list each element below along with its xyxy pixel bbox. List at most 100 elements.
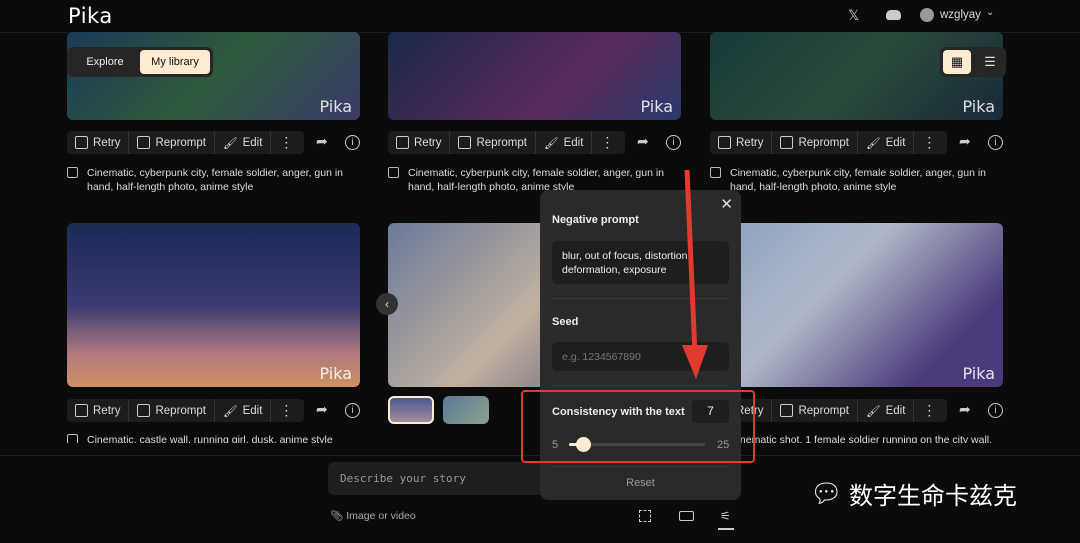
retry-button[interactable]: Retry: [67, 131, 130, 154]
view-toggle: ▦ ☰: [940, 47, 1006, 77]
more-vertical-icon: ⋮: [922, 134, 937, 150]
edit-label: Edit: [242, 136, 263, 149]
attach-label: Image or video: [346, 510, 416, 522]
username[interactable]: wzglyay: [940, 9, 981, 21]
reprompt-button[interactable]: Reprompt: [129, 399, 215, 422]
caption-text: Cinematic, cyberpunk city, female soldie…: [730, 167, 987, 193]
retry-button[interactable]: Retry: [710, 131, 773, 154]
paperclip-icon: 📎︎: [330, 510, 344, 522]
retry-label: Retry: [93, 136, 121, 149]
more-vertical-icon: ⋮: [922, 402, 937, 418]
retry-label: Retry: [414, 136, 442, 149]
thumbnail[interactable]: [443, 396, 489, 424]
copy-icon[interactable]: [67, 167, 78, 178]
video-thumbnail[interactable]: Pika: [388, 32, 681, 120]
info-icon[interactable]: i: [988, 135, 1003, 150]
brush-icon: 🖌︎: [222, 137, 238, 150]
pika-logo[interactable]: Pika: [68, 4, 113, 28]
edit-button[interactable]: 🖌︎ Edit: [536, 131, 593, 154]
close-icon[interactable]: ✕: [720, 195, 733, 213]
tab-explore[interactable]: Explore: [70, 50, 140, 74]
active-indicator: [718, 528, 734, 530]
card-toolbar: Retry Reprompt 🖌︎ Edit ⋮: [388, 131, 625, 154]
pencil-icon: [458, 136, 472, 149]
brush-icon: 🖌︎: [865, 405, 881, 418]
more-button[interactable]: ⋮: [914, 399, 944, 422]
wechat-watermark: 💬︎ 数字生命卡兹克: [810, 476, 1017, 511]
info-icon[interactable]: i: [345, 403, 360, 418]
caption-text: Cinematic, castle wall, running girl, du…: [87, 434, 333, 443]
more-button[interactable]: ⋮: [592, 131, 622, 154]
grid-view-icon[interactable]: ▦: [943, 50, 971, 74]
aspect-ratio-icon[interactable]: [639, 510, 651, 522]
x-icon[interactable]: 𝕏: [848, 7, 859, 24]
pencil-icon: [137, 404, 151, 417]
share-icon[interactable]: ➦: [316, 133, 328, 150]
library-tabs: Explore My library: [67, 47, 213, 77]
more-vertical-icon: ⋮: [279, 402, 294, 418]
card-caption: Cinematic, cyberpunk city, female soldie…: [67, 166, 367, 194]
info-icon[interactable]: i: [345, 135, 360, 150]
info-icon[interactable]: i: [988, 403, 1003, 418]
share-icon[interactable]: ➦: [637, 133, 649, 150]
attach-button[interactable]: 📎︎ Image or video: [330, 509, 416, 522]
reset-button[interactable]: Reset: [540, 477, 741, 489]
share-icon[interactable]: ➦: [959, 133, 971, 150]
more-button[interactable]: ⋮: [914, 131, 944, 154]
video-thumbnail[interactable]: Pika: [67, 223, 360, 387]
watermark-text: 数字生命卡兹克: [849, 482, 1018, 510]
pika-watermark: Pika: [319, 97, 352, 116]
card-toolbar: Retry Reprompt 🖌︎ Edit ⋮: [67, 399, 304, 422]
edit-label: Edit: [242, 404, 263, 417]
copy-icon[interactable]: [388, 167, 399, 178]
list-view-icon[interactable]: ☰: [977, 50, 1003, 74]
carousel-prev-button[interactable]: ‹: [376, 293, 398, 315]
retry-label: Retry: [93, 404, 121, 417]
card-caption: Cinematic shot, 1 female soldier running…: [710, 433, 1010, 443]
retry-icon: [75, 136, 88, 149]
caption-text: Cinematic shot, 1 female soldier running…: [730, 434, 993, 443]
more-vertical-icon: ⋮: [600, 134, 615, 150]
caption-text: Cinematic, cyberpunk city, female soldie…: [87, 167, 344, 193]
reprompt-button[interactable]: Reprompt: [129, 131, 215, 154]
thumbnail[interactable]: [388, 396, 434, 424]
edit-button[interactable]: 🖌︎ Edit: [858, 131, 915, 154]
annotation-arrow: [682, 169, 708, 379]
share-icon[interactable]: ➦: [316, 401, 328, 418]
more-button[interactable]: ⋮: [271, 399, 301, 422]
discord-icon[interactable]: [886, 10, 901, 20]
story-input[interactable]: Describe your story: [328, 462, 558, 495]
edit-button[interactable]: 🖌︎ Edit: [858, 399, 915, 422]
card-caption: Cinematic, castle wall, running girl, du…: [67, 433, 367, 443]
card-caption: Cinematic, cyberpunk city, female soldie…: [710, 166, 1010, 194]
brush-icon: 🖌︎: [543, 137, 559, 150]
retry-button[interactable]: Retry: [388, 131, 451, 154]
reprompt-button[interactable]: Reprompt: [772, 131, 858, 154]
seed-label: Seed: [552, 316, 579, 328]
more-button[interactable]: ⋮: [271, 131, 301, 154]
avatar[interactable]: [920, 8, 934, 22]
share-icon[interactable]: ➦: [959, 401, 971, 418]
info-icon[interactable]: i: [666, 135, 681, 150]
reprompt-button[interactable]: Reprompt: [772, 399, 858, 422]
more-vertical-icon: ⋮: [279, 134, 294, 150]
video-thumbnail[interactable]: Pika: [710, 223, 1003, 387]
copy-icon[interactable]: [67, 434, 78, 443]
retry-icon: [75, 404, 88, 417]
chevron-down-icon[interactable]: ⌄: [986, 7, 994, 18]
divider: [552, 466, 729, 467]
edit-label: Edit: [885, 404, 906, 417]
retry-button[interactable]: Retry: [67, 399, 130, 422]
reprompt-button[interactable]: Reprompt: [450, 131, 536, 154]
camera-icon[interactable]: [679, 511, 694, 521]
edit-button[interactable]: 🖌︎ Edit: [215, 399, 272, 422]
pencil-icon: [780, 136, 794, 149]
reprompt-label: Reprompt: [798, 404, 849, 417]
tab-my-library[interactable]: My library: [140, 50, 210, 74]
divider: [552, 385, 729, 386]
settings-sliders-icon[interactable]: ⚟: [720, 509, 731, 523]
edit-button[interactable]: 🖌︎ Edit: [215, 131, 272, 154]
retry-icon: [718, 136, 731, 149]
reprompt-label: Reprompt: [155, 136, 206, 149]
brush-icon: 🖌︎: [222, 405, 238, 418]
